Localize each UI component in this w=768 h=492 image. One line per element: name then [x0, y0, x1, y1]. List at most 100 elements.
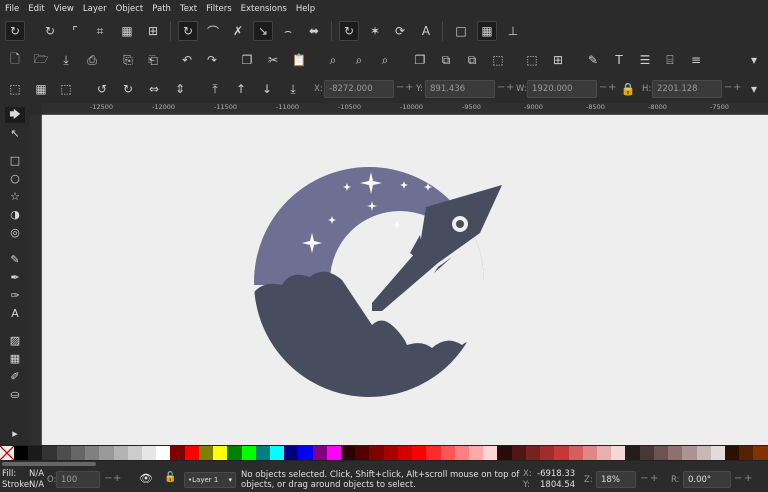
color-swatch[interactable]	[99, 446, 114, 460]
zoom-page-icon[interactable]: ⌕	[375, 50, 395, 70]
redo-icon[interactable]: ↷	[202, 50, 222, 70]
calligraphy-tool-icon[interactable]: ✑	[5, 287, 25, 303]
rotate-minus-icon[interactable]: −	[734, 473, 742, 484]
select-all-icon[interactable]: ⬚	[5, 79, 25, 99]
pen-tool-icon[interactable]: ✒	[5, 269, 25, 285]
color-swatch[interactable]	[113, 446, 128, 460]
zoom-drawing-icon[interactable]: ⌕	[349, 50, 369, 70]
color-swatch[interactable]	[28, 446, 43, 460]
zoom-selection-icon[interactable]: ⌕	[323, 50, 343, 70]
opacity-input[interactable]: 100	[56, 471, 100, 488]
opacity-minus-icon[interactable]: −	[104, 473, 112, 484]
snap-paths-icon[interactable]: ⌒	[203, 21, 223, 41]
lower-bottom-icon[interactable]: ⤓	[283, 79, 303, 99]
h-plus-icon[interactable]: +	[733, 82, 741, 93]
menu-file[interactable]: File	[5, 4, 19, 14]
snap-enable-icon[interactable]: ↻	[5, 21, 25, 41]
color-swatch[interactable]	[241, 446, 256, 460]
print-icon[interactable]: ⎙	[82, 50, 102, 70]
color-swatch[interactable]	[127, 446, 142, 460]
menu-help[interactable]: Help	[296, 4, 315, 14]
color-swatch[interactable]	[554, 446, 569, 460]
copy-icon[interactable]: ❐	[237, 50, 257, 70]
color-swatch[interactable]	[284, 446, 299, 460]
selector-tool-icon[interactable]: 🡆	[5, 107, 25, 123]
color-swatch[interactable]	[85, 446, 100, 460]
snap-others-icon[interactable]: ↻	[339, 21, 359, 41]
color-swatch[interactable]	[355, 446, 370, 460]
color-swatch[interactable]	[682, 446, 697, 460]
snap-bbox-icon[interactable]: ↻	[40, 21, 60, 41]
snap-cusp-nodes-icon[interactable]: ↘	[253, 21, 273, 41]
new-document-icon[interactable]: 🗋	[5, 50, 25, 70]
undo-icon[interactable]: ↶	[177, 50, 197, 70]
cut-icon[interactable]: ✂	[263, 50, 283, 70]
snap-rotation-center-icon[interactable]: ⟳	[390, 21, 410, 41]
color-swatch[interactable]	[625, 446, 640, 460]
color-swatch[interactable]	[753, 446, 768, 460]
rocket-logo[interactable]	[42, 115, 768, 445]
menu-layer[interactable]: Layer	[83, 4, 107, 14]
w-plus-icon[interactable]: +	[608, 82, 616, 93]
xml-editor-icon[interactable]: ⌸	[660, 50, 680, 70]
menu-edit[interactable]: Edit	[28, 4, 44, 14]
deselect-icon[interactable]: ⬚	[56, 79, 76, 99]
snap-midpoints-icon[interactable]: ⬌	[304, 21, 324, 41]
snap-bbox-corners-icon[interactable]: ⌗	[90, 21, 110, 41]
color-swatch[interactable]	[326, 446, 342, 460]
color-swatch[interactable]	[412, 446, 427, 460]
fill-stroke-icon[interactable]: ✎	[583, 50, 603, 70]
paste-icon[interactable]: 📋	[289, 50, 309, 70]
color-swatch[interactable]	[596, 446, 612, 460]
x-minus-icon[interactable]: −	[396, 82, 404, 93]
lower-icon[interactable]: ↓	[257, 79, 277, 99]
color-swatch[interactable]	[312, 446, 327, 460]
layers-icon[interactable]: ☰	[635, 50, 655, 70]
paint-bucket-tool-icon[interactable]: ⛀	[5, 386, 25, 402]
color-swatch[interactable]	[511, 446, 526, 460]
y-plus-icon[interactable]: +	[506, 82, 514, 93]
rotate-input[interactable]: 0.00°	[683, 471, 731, 488]
node-tool-icon[interactable]: ↖	[5, 125, 25, 141]
layer-selector[interactable]: •Layer 1 ▾	[184, 472, 236, 488]
3d-box-tool-icon[interactable]: ◑	[5, 206, 25, 222]
gradient-tool-icon[interactable]: ▨	[5, 332, 25, 348]
color-swatch[interactable]	[525, 446, 541, 460]
menu-filters[interactable]: Filters	[206, 4, 231, 14]
flip-horizontal-icon[interactable]: ⇔	[144, 79, 164, 99]
text-tool-icon[interactable]: A	[5, 305, 25, 321]
toolbar-overflow-icon[interactable]: ▾	[744, 50, 764, 70]
menu-text[interactable]: Text	[180, 4, 197, 14]
flip-vertical-icon[interactable]: ⇕	[170, 79, 190, 99]
w-minus-icon[interactable]: −	[599, 82, 607, 93]
rotate-ccw-icon[interactable]: ↺	[92, 79, 112, 99]
color-swatch[interactable]	[696, 446, 711, 460]
zoom-input[interactable]: 18%	[596, 471, 636, 488]
align-distribute-icon[interactable]: ≡	[686, 50, 706, 70]
color-swatch[interactable]	[14, 446, 29, 460]
color-swatch[interactable]	[397, 446, 413, 460]
rotate-cw-icon[interactable]: ↻	[118, 79, 138, 99]
color-swatch[interactable]	[469, 446, 484, 460]
snap-grids-icon[interactable]: ▦	[477, 21, 497, 41]
color-swatch[interactable]	[611, 446, 626, 460]
star-tool-icon[interactable]: ☆	[5, 188, 25, 204]
color-swatch[interactable]	[568, 446, 583, 460]
color-swatch[interactable]	[269, 446, 285, 460]
drawing-canvas[interactable]	[42, 115, 768, 445]
ungroup-icon[interactable]: ⬚	[522, 50, 542, 70]
color-swatch[interactable]	[170, 446, 185, 460]
color-swatch[interactable]	[42, 446, 57, 460]
color-swatch[interactable]	[582, 446, 597, 460]
color-swatch[interactable]	[483, 446, 498, 460]
snap-nodes-icon[interactable]: ↻	[178, 21, 198, 41]
rectangle-tool-icon[interactable]: □	[5, 152, 25, 168]
color-swatch[interactable]	[298, 446, 313, 460]
ellipse-tool-icon[interactable]: ○	[5, 170, 25, 186]
snap-bbox-edges-icon[interactable]: ⌜	[65, 21, 85, 41]
w-input[interactable]: 1920.000	[527, 80, 597, 98]
group-icon[interactable]: ⬚	[488, 50, 508, 70]
snap-text-baseline-icon[interactable]: A	[416, 21, 436, 41]
layer-visibility-icon[interactable]: 👁	[139, 472, 153, 485]
open-document-icon[interactable]: 🗁	[31, 50, 51, 70]
